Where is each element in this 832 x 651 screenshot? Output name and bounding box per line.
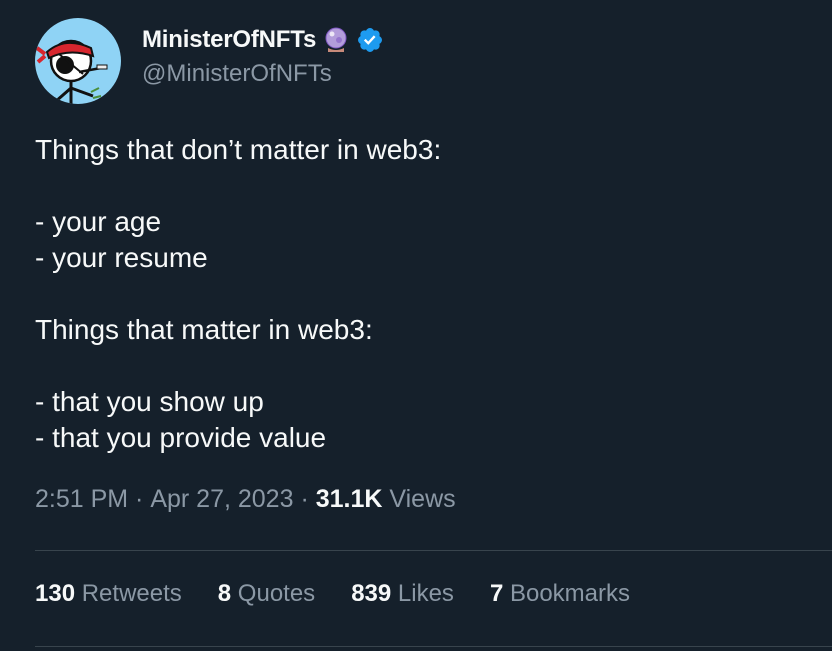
retweets-count: 130 xyxy=(35,580,76,607)
author-name-row: MinisterOfNFTs xyxy=(142,22,384,58)
likes-stat[interactable]: 839 Likes xyxy=(351,580,454,608)
quotes-count: 8 xyxy=(217,580,232,607)
likes-label: Likes xyxy=(397,580,454,607)
tweet-meta: 2:51 PM · Apr 27, 2023 · 31.1K Views xyxy=(35,485,456,514)
tweet-stats: 130 Retweets 8 Quotes 839 Likes 7 Bookma… xyxy=(35,580,630,608)
avatar-image xyxy=(35,39,108,104)
bookmarks-stat[interactable]: 7 Bookmarks xyxy=(490,580,630,608)
views-label: Views xyxy=(382,485,456,513)
meta-separator: · xyxy=(128,485,151,513)
avatar[interactable] xyxy=(35,18,121,104)
tweet-card: MinisterOfNFTs @MinisterOfNFTs Things th… xyxy=(0,0,832,651)
tweet-date[interactable]: Apr 27, 2023 xyxy=(150,485,293,514)
meta-separator: · xyxy=(293,485,316,513)
tweet-line: Things that matter in web3: xyxy=(35,314,373,345)
tweet-line: Things that don’t matter in web3: xyxy=(35,134,442,165)
quotes-label: Quotes xyxy=(237,580,316,607)
tweet-text: Things that don’t matter in web3: - your… xyxy=(35,132,815,456)
retweets-label: Retweets xyxy=(81,580,182,607)
tweet-time[interactable]: 2:51 PM xyxy=(35,485,128,514)
crystal-ball-icon xyxy=(322,26,350,54)
divider xyxy=(35,646,832,647)
author-display-name[interactable]: MinisterOfNFTs xyxy=(142,26,316,54)
quotes-stat[interactable]: 8 Quotes xyxy=(218,580,315,608)
bookmarks-label: Bookmarks xyxy=(509,580,631,607)
retweets-stat[interactable]: 130 Retweets xyxy=(35,580,182,608)
bookmarks-count: 7 xyxy=(489,580,504,607)
tweet-line: - your age xyxy=(35,206,162,237)
tweet-line: - your resume xyxy=(35,242,208,273)
divider xyxy=(35,550,832,551)
views-count: 31.1K xyxy=(315,485,383,513)
likes-count: 839 xyxy=(351,580,392,607)
tweet-line: - that you provide value xyxy=(35,422,327,453)
verified-badge-icon[interactable] xyxy=(356,26,384,54)
tweet-line: - that you show up xyxy=(35,386,264,417)
author-handle[interactable]: @MinisterOfNFTs xyxy=(142,60,332,88)
